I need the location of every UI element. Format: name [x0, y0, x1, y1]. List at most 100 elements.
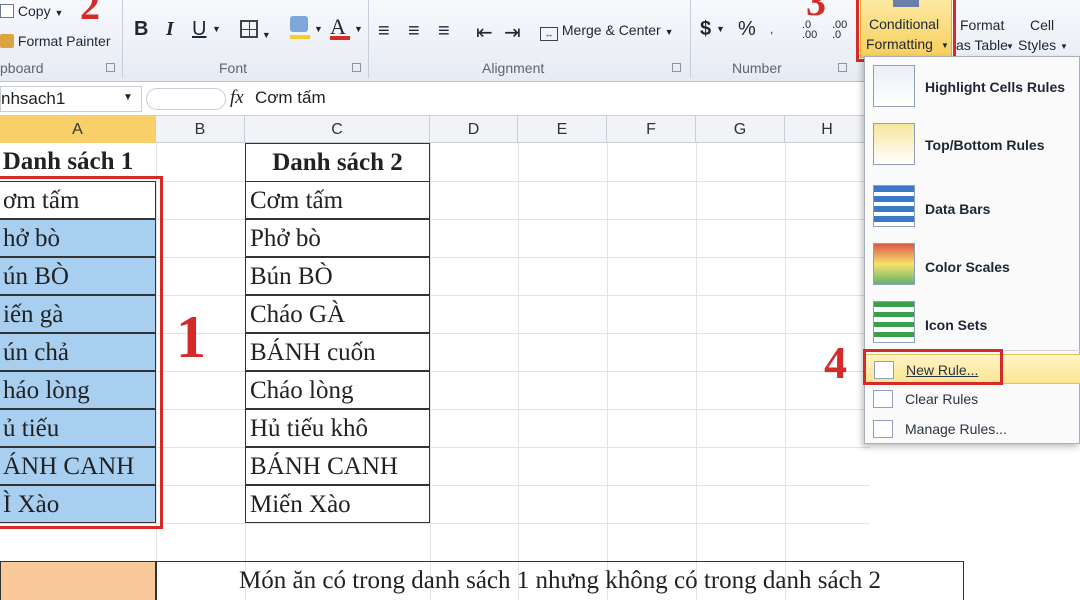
- format-as-table-line1[interactable]: Format: [960, 17, 1004, 33]
- comma-style-icon[interactable]: ,: [770, 22, 773, 36]
- menu-item-top-bottom-rules[interactable]: Top/Bottom Rules: [865, 117, 1080, 175]
- list2-header[interactable]: Danh sách 2: [245, 143, 430, 181]
- fx-icon[interactable]: fx: [230, 87, 244, 109]
- paintbrush-icon: [0, 34, 14, 48]
- cell-styles-dropdown-icon[interactable]: ▼: [1060, 42, 1068, 51]
- menu-label: Top/Bottom Rules: [925, 137, 1045, 153]
- increase-indent-icon[interactable]: ⇥: [504, 20, 521, 45]
- format-table-dropdown-icon[interactable]: ▼: [1006, 42, 1014, 51]
- list2-cell[interactable]: Miến Xào: [245, 485, 430, 523]
- fill-color-button[interactable]: [290, 16, 310, 39]
- step-4-marker: 4: [824, 337, 847, 388]
- list2-cell[interactable]: Hủ tiếu khô: [245, 409, 430, 447]
- merge-center-label: Merge & Center: [561, 22, 661, 38]
- borders-button[interactable]: ▼: [240, 20, 271, 41]
- formula-input[interactable]: Cơm tấm: [255, 88, 326, 108]
- name-box[interactable]: nhsach1 ▼: [0, 86, 142, 112]
- fill-dropdown-icon[interactable]: ▼: [314, 24, 323, 34]
- result-cell-orange[interactable]: [0, 561, 156, 600]
- list2-cell[interactable]: BÁNH CANH: [245, 447, 430, 485]
- list2-cell[interactable]: Bún BÒ: [245, 257, 430, 295]
- list2-cell[interactable]: Cơm tấm: [245, 181, 430, 219]
- step-2-marker: 2: [80, 0, 100, 28]
- borders-icon: [240, 20, 258, 38]
- copy-button[interactable]: Copy ▼: [0, 3, 63, 19]
- font-color-dropdown-icon[interactable]: ▼: [354, 24, 363, 34]
- list1-selection-highlight: [0, 176, 163, 529]
- formula-bar-handle[interactable]: [146, 88, 226, 110]
- column-header-d[interactable]: D: [430, 116, 518, 143]
- underline-dropdown-icon[interactable]: ▼: [212, 24, 221, 34]
- step-3-marker: 3: [806, 0, 826, 24]
- column-header-c[interactable]: C: [245, 116, 430, 143]
- manage-rules-icon: [873, 420, 893, 438]
- clipboard-group-label: pboard: [0, 60, 44, 76]
- menu-item-manage-rules[interactable]: Manage Rules...: [865, 414, 1080, 444]
- number-group-label: Number: [732, 60, 782, 76]
- copy-icon: [0, 4, 14, 18]
- decrease-indent-icon[interactable]: ⇤: [476, 20, 493, 45]
- menu-item-icon-sets[interactable]: Icon Sets: [865, 295, 1080, 353]
- top-bottom-icon: [873, 123, 915, 165]
- merge-icon: ↔: [540, 27, 558, 41]
- color-scales-icon: [873, 243, 915, 285]
- divider: [122, 0, 123, 78]
- list2-cell[interactable]: Cháo GÀ: [245, 295, 430, 333]
- decrease-decimal-icon[interactable]: .00.0: [832, 20, 847, 41]
- column-header-b[interactable]: B: [156, 116, 245, 143]
- font-color-icon: A: [330, 14, 346, 39]
- font-launcher-icon[interactable]: [352, 63, 361, 72]
- new-rule-highlight: [863, 349, 1003, 385]
- menu-item-clear-rules[interactable]: Clear Rules: [865, 384, 1080, 414]
- currency-dropdown-icon[interactable]: ▼: [716, 24, 725, 34]
- column-header-h[interactable]: H: [785, 116, 870, 143]
- chevron-down-icon[interactable]: ▼: [123, 92, 133, 103]
- align-left-icon[interactable]: ≡: [378, 20, 390, 43]
- paint-bucket-icon: [290, 16, 308, 32]
- merge-center-button[interactable]: ↔ Merge & Center ▼: [540, 22, 674, 41]
- italic-button[interactable]: I: [166, 18, 174, 41]
- list2-cell[interactable]: BÁNH cuốn: [245, 333, 430, 371]
- column-header-e[interactable]: E: [518, 116, 607, 143]
- column-header-f[interactable]: F: [607, 116, 696, 143]
- copy-label: Copy: [17, 3, 51, 19]
- chevron-down-icon: ▼: [261, 30, 271, 40]
- data-bars-icon: [873, 185, 915, 227]
- conditional-formatting-menu: Highlight Cells Rules Top/Bottom Rules D…: [864, 56, 1080, 444]
- name-box-value: nhsach1: [1, 89, 66, 108]
- clear-rules-icon: [873, 390, 893, 408]
- divider: [690, 0, 691, 78]
- currency-button[interactable]: $: [700, 18, 711, 41]
- icon-sets-icon: [873, 301, 915, 343]
- font-group-label: Font: [219, 60, 248, 76]
- menu-label: Color Scales: [925, 259, 1010, 275]
- align-center-icon[interactable]: ≡: [408, 20, 420, 43]
- menu-item-data-bars[interactable]: Data Bars: [865, 179, 1080, 237]
- font-color-button[interactable]: A: [330, 14, 350, 40]
- cell-styles-line2[interactable]: Styles: [1018, 37, 1056, 53]
- divider: [368, 0, 369, 78]
- clipboard-launcher-icon[interactable]: [106, 63, 115, 72]
- menu-label: Icon Sets: [925, 317, 988, 333]
- format-as-table-line2[interactable]: as Table: [956, 37, 1008, 53]
- alignment-group-label: Alignment: [482, 60, 545, 76]
- chevron-down-icon: ▼: [664, 27, 674, 37]
- conditional-formatting-highlight: [856, 0, 956, 62]
- percent-button[interactable]: %: [738, 18, 756, 41]
- list2-cell[interactable]: Phở bò: [245, 219, 430, 257]
- list2-cell[interactable]: Cháo lòng: [245, 371, 430, 409]
- menu-item-color-scales[interactable]: Color Scales: [865, 237, 1080, 295]
- cell-styles-line1[interactable]: Cell: [1030, 17, 1054, 33]
- column-header-g[interactable]: G: [696, 116, 785, 143]
- number-launcher-icon[interactable]: [838, 63, 847, 72]
- align-right-icon[interactable]: ≡: [438, 20, 450, 43]
- underline-button[interactable]: U: [192, 18, 206, 41]
- format-painter-button[interactable]: Format Painter: [0, 33, 110, 49]
- worksheet-grid[interactable]: Danh sách 1 ơm tấm hở bò ún BÒ iến gà ún…: [0, 143, 964, 600]
- column-header-a[interactable]: A: [0, 116, 156, 143]
- bold-button[interactable]: B: [134, 18, 148, 41]
- menu-item-highlight-cells-rules[interactable]: Highlight Cells Rules: [865, 59, 1080, 117]
- menu-label: Highlight Cells Rules: [925, 79, 1066, 95]
- alignment-launcher-icon[interactable]: [672, 63, 681, 72]
- result-label-cell[interactable]: Món ăn có trong danh sách 1 nhưng không …: [156, 561, 964, 600]
